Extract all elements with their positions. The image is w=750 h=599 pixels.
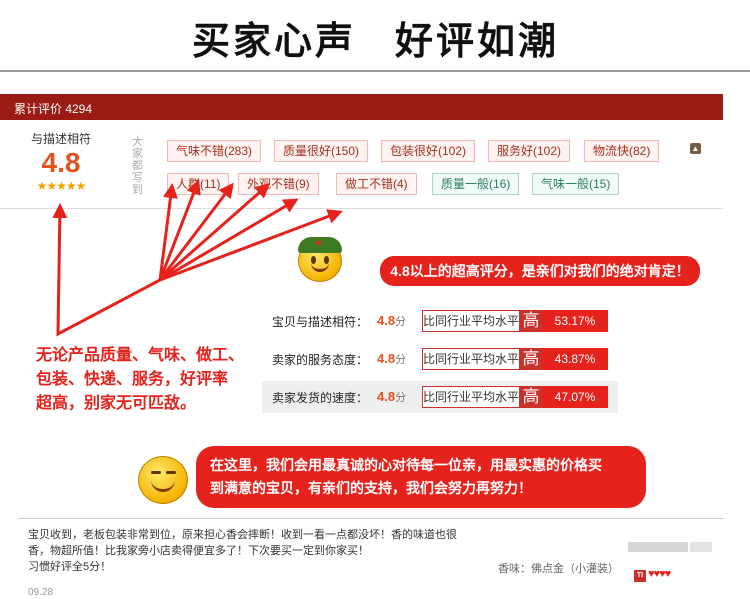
callout-bottom: 在这里，我们会用最真诚的心对待每一位亲，用最实惠的价格买 到满意的宝贝，有亲们的… — [196, 446, 646, 508]
rating-level: 高 — [520, 310, 542, 332]
rating-percent: 53.17% — [542, 310, 608, 332]
rating-compare: 比同行业平均水平 — [422, 310, 520, 332]
reviewer-level-hearts: ♥♥♥♥ — [648, 568, 671, 580]
rating-percent: 43.87% — [542, 348, 608, 370]
review-date: 09.28 — [28, 587, 54, 598]
rating-row: 卖家的服务态度： 4.8分 比同行业平均水平 高 43.87% — [262, 343, 618, 375]
reviewer-name-blurred — [628, 542, 688, 552]
arrow-line — [159, 183, 271, 282]
rating-label: 卖家发货的速度： — [272, 391, 369, 405]
rating-percent: 47.07% — [542, 386, 608, 408]
rating-row: 宝贝与描述相符： 4.8分 比同行业平均水平 高 53.17% — [262, 305, 618, 337]
rating-label: 宝贝与描述相符： — [272, 315, 369, 329]
rating-level: 高 — [520, 348, 542, 370]
review-content: 宝贝收到，老板包装非常到位，原来担心香会摔断！收到一看一点都没坏！香的味道也很 … — [28, 529, 457, 573]
review-divider — [18, 518, 724, 519]
rating-level: 高 — [520, 386, 542, 408]
thumbs-up-smiley-icon — [138, 456, 188, 504]
review-attribute: 香味：佛点金（小灌装） — [498, 563, 619, 575]
star-icon: ★ — [314, 238, 323, 249]
rating-compare: 比同行业平均水平 — [422, 348, 520, 370]
promo-text: 无论产品质量、气味、做工、 包装、快递、服务，好评率 超高，别家无可匹敌。 — [36, 347, 245, 412]
rating-row: 卖家发货的速度： 4.8分 比同行业平均水平 高 47.07% — [262, 381, 618, 413]
callout-top: 4.8以上的超高评分，是亲们对我们的绝对肯定！ — [380, 256, 700, 286]
pointer-arrows — [52, 179, 343, 337]
rating-label: 卖家的服务态度： — [272, 353, 369, 367]
rating-compare: 比同行业平均水平 — [422, 386, 520, 408]
rating-score: 4.8分 — [377, 313, 407, 328]
arrow-line — [159, 198, 299, 282]
rating-panel: 宝贝与描述相符： 4.8分 比同行业平均水平 高 53.17% 卖家的服务态度：… — [262, 305, 618, 413]
rating-score: 4.8分 — [377, 389, 407, 404]
reviewer-name-blurred — [690, 542, 712, 552]
rating-score: 4.8分 — [377, 351, 407, 366]
arrow-line — [52, 203, 161, 337]
vip-badge-icon: TI — [634, 570, 646, 582]
